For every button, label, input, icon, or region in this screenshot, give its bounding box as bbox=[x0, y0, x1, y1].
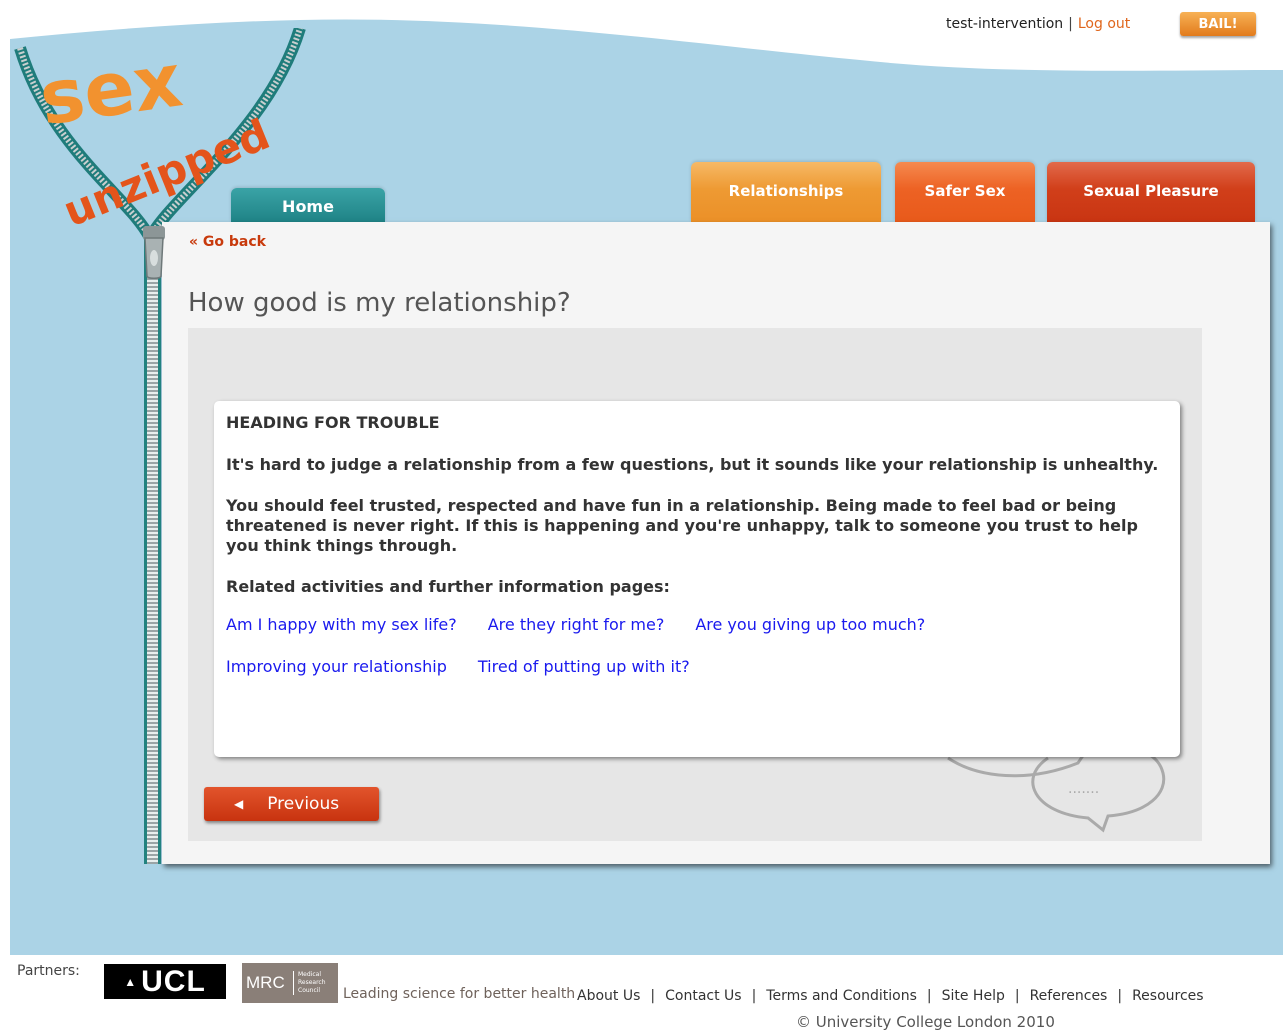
tab-relationships[interactable]: Relationships bbox=[691, 162, 881, 222]
page: test-intervention | Log out BAIL! sex unzi… bbox=[0, 0, 1283, 1030]
ucl-logo[interactable]: ▲ UCL bbox=[104, 964, 226, 999]
related-link[interactable]: Tired of putting up with it? bbox=[478, 657, 690, 677]
mrc-logo-subtext: Medical Research Council bbox=[293, 971, 326, 995]
related-link[interactable]: Are they right for me? bbox=[488, 615, 665, 635]
copyright: © University College London 2010 bbox=[796, 1013, 1055, 1030]
partners-label: Partners: bbox=[17, 963, 80, 979]
mrc-tagline: Leading science for better health bbox=[343, 986, 576, 1002]
previous-button[interactable]: ◀ Previous bbox=[204, 787, 379, 821]
result-paragraph-1: It's hard to judge a relationship from a… bbox=[226, 455, 1159, 474]
footer-links: About Us | Contact Us | Terms and Conditions… bbox=[577, 988, 1204, 1004]
result-paragraph-2: You should feel trusted, respected and h… bbox=[226, 496, 1138, 555]
related-link[interactable]: Improving your relationship bbox=[226, 657, 447, 677]
logo-line1: sex bbox=[34, 37, 187, 142]
footer-link-help[interactable]: Site Help bbox=[942, 988, 1005, 1004]
related-links: Am I happy with my sex life? Are they ri… bbox=[226, 615, 1106, 677]
mrc-logo-text: MRC bbox=[246, 973, 285, 992]
footer-link-terms[interactable]: Terms and Conditions bbox=[766, 988, 917, 1004]
mrc-small-line: Medical bbox=[298, 971, 321, 978]
svg-text:.......: ....... bbox=[1068, 781, 1099, 797]
footer-separator: | bbox=[926, 988, 932, 1004]
footer-link-about[interactable]: About Us bbox=[577, 988, 640, 1004]
footer-separator: | bbox=[1014, 988, 1020, 1004]
tab-home[interactable]: Home bbox=[231, 188, 385, 222]
previous-label: Previous bbox=[267, 794, 340, 814]
footer-link-references[interactable]: References bbox=[1030, 988, 1108, 1004]
go-back-link[interactable]: « Go back bbox=[189, 234, 266, 250]
username: test-intervention bbox=[946, 16, 1064, 32]
tab-sexual-pleasure[interactable]: Sexual Pleasure bbox=[1047, 162, 1255, 222]
page-title: How good is my relationship? bbox=[188, 288, 571, 318]
result-card: HEADING FOR TROUBLE It's hard to judge a… bbox=[214, 401, 1180, 757]
zipper-pull-icon bbox=[143, 226, 165, 279]
footer-separator: | bbox=[1117, 988, 1123, 1004]
ucl-logo-text: UCL bbox=[141, 964, 206, 998]
result-heading: HEADING FOR TROUBLE bbox=[226, 413, 440, 432]
user-bar-separator: | bbox=[1068, 16, 1073, 32]
logout-link[interactable]: Log out bbox=[1078, 16, 1130, 32]
mrc-logo[interactable]: MRC Medical Research Council bbox=[242, 963, 338, 1003]
bail-button[interactable]: BAIL! bbox=[1180, 12, 1256, 36]
previous-arrow-icon: ◀ bbox=[234, 797, 244, 811]
content-panel: « Go back How good is my relationship? .… bbox=[162, 222, 1270, 864]
zipper-strip bbox=[144, 230, 161, 864]
footer-link-resources[interactable]: Resources bbox=[1132, 988, 1204, 1004]
related-link[interactable]: Am I happy with my sex life? bbox=[226, 615, 457, 635]
mrc-small-line: Research bbox=[298, 979, 326, 986]
mrc-small-line: Council bbox=[298, 987, 321, 994]
footer-separator: | bbox=[650, 988, 656, 1004]
footer-separator: | bbox=[751, 988, 757, 1004]
footer-link-contact[interactable]: Contact Us bbox=[665, 988, 741, 1004]
activity-area: ....... HEADING FOR TROUBLE It's hard to… bbox=[188, 328, 1202, 841]
tab-safer-sex[interactable]: Safer Sex bbox=[895, 162, 1035, 222]
user-bar: test-intervention | Log out bbox=[946, 16, 1130, 32]
related-label: Related activities and further informati… bbox=[226, 577, 670, 596]
related-link[interactable]: Are you giving up too much? bbox=[695, 615, 925, 635]
